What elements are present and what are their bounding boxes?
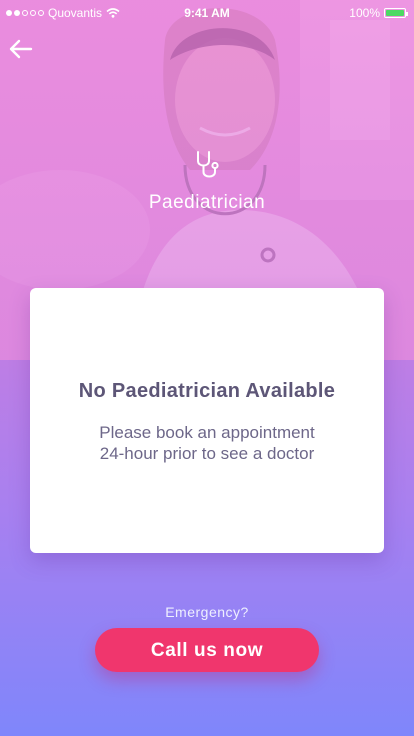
back-button[interactable] <box>8 38 34 60</box>
card-message-line1: Please book an appointment <box>99 423 315 442</box>
arrow-left-icon <box>9 39 33 59</box>
call-us-button[interactable]: Call us now <box>95 628 319 672</box>
card-title: No Paediatrician Available <box>78 380 336 402</box>
battery-percent: 100% <box>349 6 380 20</box>
specialty-title: Paediatrician <box>148 192 266 213</box>
status-bar: Quovantis 9:41 AM 100% <box>0 0 414 26</box>
emergency-label: Emergency? <box>165 604 249 620</box>
card-message-line2: 24-hour prior to see a doctor <box>99 444 315 463</box>
card-message: Please book an appointment 24-hour prior… <box>30 422 384 464</box>
stethoscope-icon <box>197 151 219 178</box>
availability-card: No Paediatrician Available Please book a… <box>30 288 384 553</box>
status-right: 100% <box>349 6 408 20</box>
battery-icon <box>384 8 408 18</box>
